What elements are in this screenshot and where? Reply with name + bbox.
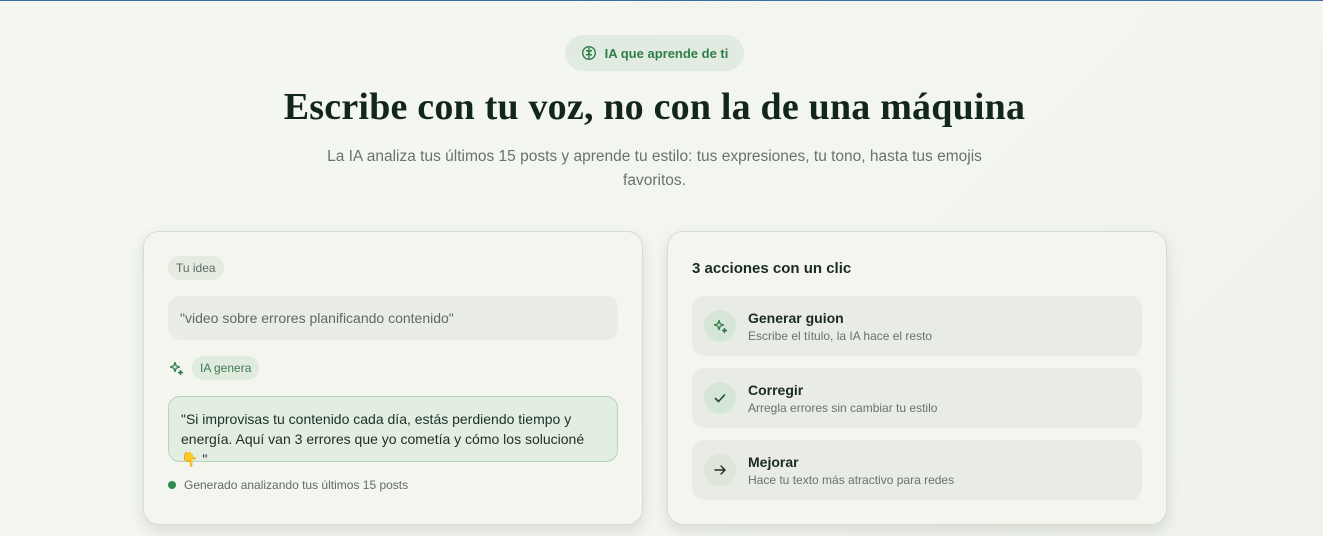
action-generate-script[interactable]: Generar guion Escribe el título, la IA h… — [692, 296, 1142, 356]
brain-icon — [581, 45, 596, 61]
action-description: Hace tu texto más atractivo para redes — [748, 472, 955, 487]
demo-card: Tu idea "video sobre errores planificand… — [143, 231, 643, 525]
action-icon-wrap — [704, 382, 736, 414]
status-dot — [168, 481, 176, 489]
action-correct[interactable]: Corregir Arregla errores sin cambiar tu … — [692, 368, 1142, 428]
idea-input: "video sobre errores planificando conten… — [168, 296, 618, 340]
action-improve[interactable]: Mejorar Hace tu texto más atractivo para… — [692, 440, 1142, 500]
feature-badge-label: IA que aprende de ti — [604, 45, 729, 61]
arrow-right-icon — [714, 465, 726, 475]
actions-card-title: 3 acciones con un clic — [692, 260, 852, 277]
action-icon-wrap — [704, 310, 736, 342]
generated-footnote: Generado analizando tus últimos 15 posts — [168, 478, 408, 492]
action-description: Escribe el título, la IA hace el resto — [748, 328, 933, 343]
feature-badge: IA que aprende de ti — [565, 35, 744, 71]
action-description: Arregla errores sin cambiar tu estilo — [748, 400, 938, 415]
action-icon-wrap — [704, 454, 736, 486]
action-label: Mejorar — [748, 453, 799, 470]
check-icon — [714, 394, 726, 403]
sparkle-icon — [713, 319, 728, 334]
footnote-label: Generado analizando tus últimos 15 posts — [184, 478, 409, 492]
sparkle-icon — [169, 361, 184, 376]
page-title: Escribe con tu voz, no con la de una máq… — [283, 86, 1026, 128]
ia-generate-chip: IA genera — [192, 356, 260, 380]
action-label: Generar guion — [748, 309, 844, 326]
actions-card: 3 acciones con un clic Generar guion Esc… — [667, 231, 1167, 525]
page-subtitle: La IA analiza tus últimos 15 posts y apr… — [327, 148, 982, 189]
generated-text: "Si improvisas tu contenido cada día, es… — [168, 396, 618, 467]
action-label: Corregir — [748, 381, 804, 398]
idea-chip: Tu idea — [168, 256, 224, 280]
